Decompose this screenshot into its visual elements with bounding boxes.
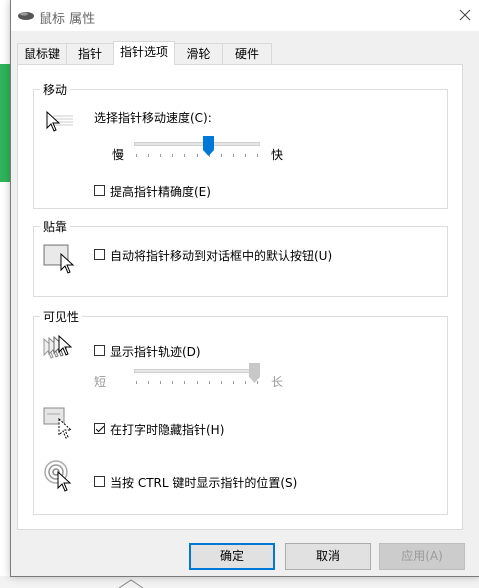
slider-tick bbox=[136, 381, 137, 384]
slider-tick bbox=[221, 154, 222, 157]
hide-while-typing-icon bbox=[43, 407, 73, 439]
show-location-icon bbox=[44, 460, 72, 492]
close-icon bbox=[459, 9, 471, 21]
speed-slider-ticks bbox=[136, 154, 258, 158]
snap-to-default-checkbox[interactable] bbox=[94, 249, 105, 260]
slider-tick bbox=[184, 154, 185, 157]
pointer-trails-label: 显示指针轨迹(D) bbox=[110, 345, 201, 359]
tab-pointer-options[interactable]: 指针选项 bbox=[113, 41, 175, 65]
slider-tick bbox=[209, 381, 210, 384]
slider-tick bbox=[197, 381, 198, 384]
slider-tick bbox=[172, 154, 173, 157]
slider-tick bbox=[148, 154, 149, 157]
speed-slider-track bbox=[134, 142, 260, 146]
tab-buttons[interactable]: 鼠标键 bbox=[17, 43, 67, 64]
motion-group-label: 移动 bbox=[40, 81, 71, 98]
fast-label: 快 bbox=[271, 148, 284, 162]
snap-to-default-label: 自动将指针移动到对话框中的默认按钮(U) bbox=[110, 249, 333, 263]
trail-slider-thumb[interactable] bbox=[249, 363, 260, 383]
ok-button[interactable]: 确定 bbox=[189, 543, 275, 570]
visibility-group-label: 可见性 bbox=[40, 308, 83, 325]
slider-tick bbox=[184, 381, 185, 384]
background-footer bbox=[0, 576, 479, 588]
trail-length-slider[interactable] bbox=[134, 363, 260, 393]
show-location-label: 当按 CTRL 键时显示指针的位置(S) bbox=[110, 476, 298, 490]
snap-to-default-icon bbox=[43, 244, 75, 274]
mouse-icon bbox=[18, 12, 34, 20]
slider-tick bbox=[233, 381, 234, 384]
window-title: 鼠标 属性 bbox=[39, 12, 96, 27]
pointer-trails-icon bbox=[43, 335, 73, 359]
motion-group: 移动 选择指针移动速度(C): 慢 快 提高指针精确度(E) bbox=[33, 81, 448, 209]
short-label: 短 bbox=[94, 375, 107, 389]
slider-tick bbox=[160, 381, 161, 384]
slider-tick bbox=[245, 381, 246, 384]
speed-slider-thumb[interactable] bbox=[203, 136, 214, 156]
slow-label: 慢 bbox=[112, 148, 125, 162]
pointer-speed-slider[interactable] bbox=[134, 136, 260, 166]
trail-slider-ticks bbox=[136, 381, 258, 385]
background-shape-icon bbox=[118, 579, 144, 588]
slider-tick bbox=[136, 154, 137, 157]
slider-tick bbox=[233, 154, 234, 157]
tab-hardware[interactable]: 硬件 bbox=[222, 43, 272, 64]
mouse-properties-dialog: 鼠标 属性 鼠标键 指针 指针选项 滑轮 硬件 移动 选择指针移动速度(C): bbox=[10, 0, 479, 577]
snap-group-label: 贴靠 bbox=[40, 218, 71, 235]
title-bar: 鼠标 属性 bbox=[11, 0, 479, 31]
cancel-button[interactable]: 取消 bbox=[285, 543, 371, 570]
slider-tick bbox=[160, 154, 161, 157]
slider-tick bbox=[245, 154, 246, 157]
enhance-precision-label: 提高指针精确度(E) bbox=[110, 185, 211, 199]
slider-tick bbox=[257, 154, 258, 157]
pointer-options-panel: 移动 选择指针移动速度(C): 慢 快 提高指针精确度(E) 贴靠 自动将指针移… bbox=[17, 64, 463, 530]
hide-while-typing-checkbox[interactable] bbox=[94, 423, 105, 434]
long-label: 长 bbox=[271, 375, 284, 389]
tab-wheel[interactable]: 滑轮 bbox=[174, 43, 223, 64]
speed-label: 选择指针移动速度(C): bbox=[94, 111, 212, 125]
slider-tick bbox=[221, 381, 222, 384]
apply-button[interactable]: 应用(A) bbox=[379, 543, 465, 570]
pointer-speed-icon bbox=[46, 110, 73, 132]
pointer-trails-checkbox[interactable] bbox=[94, 345, 105, 356]
hide-while-typing-label: 在打字时隐藏指针(H) bbox=[110, 423, 225, 437]
snap-group: 贴靠 自动将指针移动到对话框中的默认按钮(U) bbox=[33, 218, 448, 297]
visibility-group: 可见性 显示指针轨迹(D) 短 长 在打字时隐藏指针(H) 当按 CTRL 键时… bbox=[33, 308, 448, 515]
slider-tick bbox=[172, 381, 173, 384]
trail-slider-track bbox=[134, 369, 260, 373]
tab-pointers[interactable]: 指针 bbox=[66, 43, 114, 64]
enhance-precision-checkbox[interactable] bbox=[94, 185, 105, 196]
slider-tick bbox=[197, 154, 198, 157]
show-location-checkbox[interactable] bbox=[94, 476, 105, 487]
slider-tick bbox=[148, 381, 149, 384]
close-button[interactable] bbox=[450, 0, 479, 31]
